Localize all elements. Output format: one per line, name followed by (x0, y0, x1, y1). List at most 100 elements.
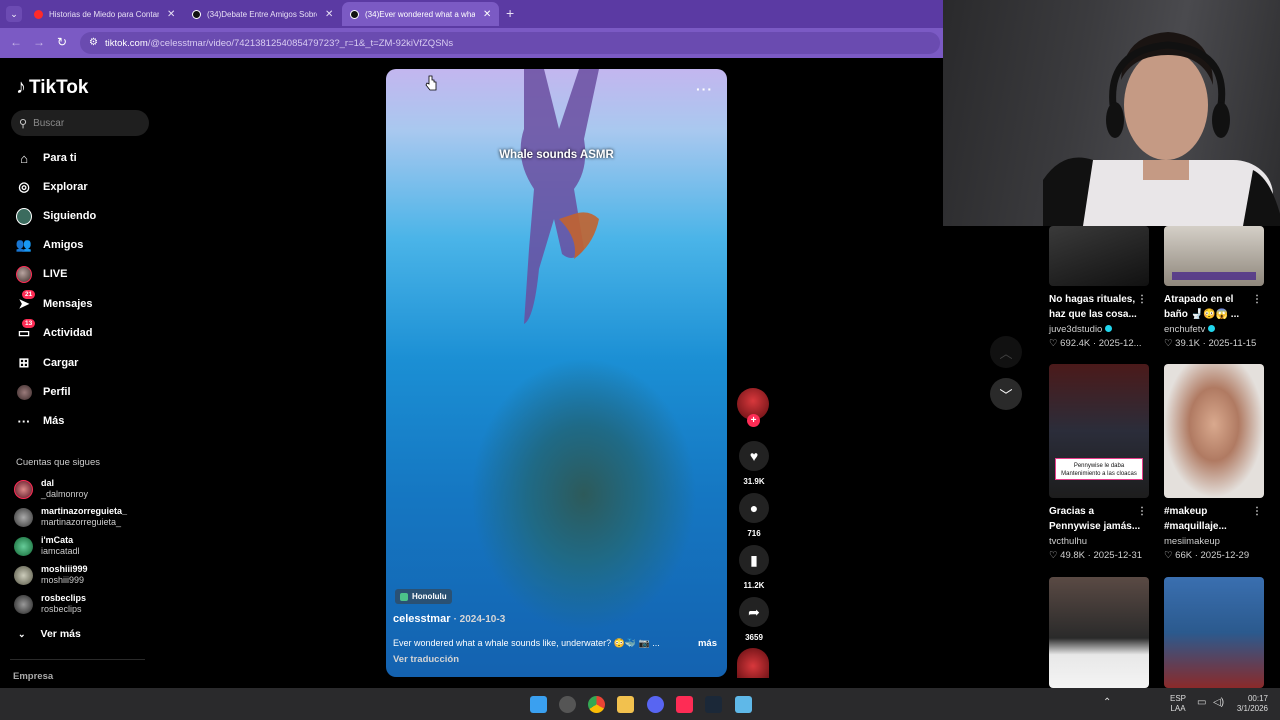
following-name: i'mCata (41, 535, 74, 545)
description-more-button[interactable]: más (698, 638, 717, 649)
taskbar: ⌃ ESP LAA ▭ ◁) 00:17 3/1/2026 (0, 688, 1280, 720)
video-thumbnail[interactable] (1164, 577, 1264, 688)
card-user[interactable]: mesiimakeup (1164, 536, 1264, 547)
card-user[interactable]: enchufetv (1164, 324, 1264, 335)
close-icon[interactable]: ✕ (167, 9, 175, 20)
video-thumbnail[interactable] (1164, 226, 1264, 286)
steam-icon[interactable] (705, 696, 722, 713)
following-item[interactable]: moshiii999 moshiii999 (14, 564, 88, 586)
location-tag[interactable]: Honolulu (395, 589, 452, 604)
translate-button[interactable]: Ver traducción (393, 654, 459, 665)
tiktok-logo[interactable]: ♪ TikTok (16, 76, 88, 99)
like-button[interactable]: ♥ 31.9K (738, 441, 770, 486)
following-item[interactable]: dal _dalmonroy (14, 478, 88, 500)
live-icon (16, 265, 32, 283)
recommended-card[interactable] (1049, 577, 1149, 688)
tiktok-icon (350, 9, 359, 19)
ver-mas-button[interactable]: ⌄ Ver más (18, 628, 81, 640)
sidebar-item-label: Mensajes (43, 298, 93, 310)
sidebar: ♪ TikTok ⚲ Buscar ⌂ Para ti ◎ Explorar S… (0, 58, 160, 688)
tray-chevron-up-icon[interactable]: ⌃ (1103, 698, 1111, 708)
reload-icon[interactable]: ↻ (57, 35, 67, 49)
card-stats: ♡ 692.4K · 2025-12... (1049, 338, 1142, 349)
card-more-icon[interactable]: ⋮ (1252, 292, 1262, 307)
comment-icon: ● (739, 493, 769, 523)
sidebar-item-siguiendo[interactable]: Siguiendo (16, 206, 96, 226)
recommended-card[interactable]: Atrapado en el ⋮ baño 🚽😳😱 ... enchufetv ♡ … (1164, 226, 1264, 349)
nav-bar: ← → ↻ ⚙ tiktok.com/@celesstmar/video/742… (0, 28, 943, 58)
sidebar-item-explorar[interactable]: ◎ Explorar (16, 177, 87, 197)
comment-button[interactable]: ● 716 (738, 493, 770, 538)
back-icon[interactable]: ← (10, 35, 22, 49)
video-caption-overlay: Whale sounds ASMR (499, 149, 614, 161)
video-player[interactable]: Whale sounds ASMR ··· Honolulu celesstma… (386, 69, 727, 677)
video-more-icon[interactable]: ··· (696, 81, 713, 97)
recommended-card[interactable]: No hagas rituales, ⋮ haz que las cosa... j… (1049, 226, 1149, 349)
volume-icon[interactable]: ◁) (1213, 698, 1224, 708)
video-thumbnail[interactable] (1164, 364, 1264, 498)
windows-start-icon[interactable] (530, 696, 547, 713)
video-thumbnail[interactable] (1049, 577, 1149, 688)
sidebar-item-live[interactable]: LIVE (16, 264, 67, 284)
card-caption: No hagas rituales, ⋮ haz que las cosa... (1049, 292, 1147, 320)
following-item[interactable]: martinazorreguieta_ martinazorreguieta_ (14, 506, 127, 528)
clock[interactable]: 00:17 3/1/2026 (1234, 694, 1268, 714)
recommended-card[interactable] (1164, 577, 1264, 688)
author-name: celesstmar (393, 613, 451, 625)
recommended-card[interactable]: #makeup ⋮ #maquillaje... mesiimakeup ♡ 66K… (1164, 364, 1264, 561)
following-handle: iamcatadl (41, 546, 80, 556)
card-user[interactable]: juve3dstudio (1049, 324, 1149, 335)
notepad-icon[interactable] (735, 696, 752, 713)
tab-debate[interactable]: (34)Debate Entre Amigos Sobre ✕ (184, 2, 341, 26)
footer-empresa-link[interactable]: Empresa (13, 671, 53, 682)
card-more-icon[interactable]: ⋮ (1252, 504, 1262, 519)
sidebar-item-label: Amigos (43, 239, 84, 251)
tiktok-app-icon[interactable] (676, 696, 693, 713)
site-info-icon[interactable]: ⚙ (89, 37, 98, 48)
follow-plus-button[interactable]: + (747, 414, 760, 427)
card-user[interactable]: tvcthulhu (1049, 536, 1149, 547)
previous-video-button[interactable]: ︿ (990, 336, 1022, 368)
close-icon[interactable]: ✕ (483, 9, 491, 20)
tab-search-icon[interactable]: ⌄ (6, 6, 22, 22)
sidebar-item-label: Siguiendo (43, 210, 97, 222)
following-item[interactable]: i'mCata iamcatadl (14, 535, 80, 557)
sidebar-item-label: LIVE (43, 268, 68, 280)
next-video-button[interactable]: ﹀ (990, 378, 1022, 410)
search-input[interactable]: ⚲ Buscar (11, 110, 149, 136)
sound-disc-avatar[interactable] (737, 648, 769, 678)
sidebar-item-para-ti[interactable]: ⌂ Para ti (16, 148, 77, 168)
recommended-card[interactable]: Pennywise le daba Mantenimiento a las cl… (1049, 364, 1149, 561)
sidebar-item-actividad[interactable]: ▭ 13 Actividad (16, 319, 93, 343)
sidebar-item-label: Actividad (43, 327, 93, 339)
sidebar-item-perfil[interactable]: Perfil (16, 382, 71, 402)
tab-whale[interactable]: (34)Ever wondered what a whale ✕ (342, 2, 500, 26)
chrome-icon[interactable] (588, 696, 605, 713)
save-button[interactable]: ▮ 11.2K (738, 545, 770, 590)
sidebar-item-mas[interactable]: ··· Más (16, 411, 65, 431)
network-icon[interactable]: ▭ (1197, 698, 1206, 708)
app-icon[interactable] (559, 696, 576, 713)
video-thumbnail[interactable]: Pennywise le daba Mantenimiento a las cl… (1049, 364, 1149, 498)
sidebar-item-cargar[interactable]: ⊞ Cargar (16, 353, 79, 373)
address-bar[interactable]: ⚙ tiktok.com/@celesstmar/video/742138125… (80, 32, 940, 54)
share-button[interactable]: ➦ 3659 (738, 597, 770, 642)
discord-icon[interactable] (647, 696, 664, 713)
video-thumbnail[interactable] (1049, 226, 1149, 286)
sidebar-item-amigos[interactable]: 👥 Amigos (16, 235, 83, 255)
forward-icon[interactable]: → (33, 35, 45, 49)
language-indicator[interactable]: ESP LAA (1170, 694, 1186, 714)
sidebar-item-mensajes[interactable]: ➤ 21 Mensajes (16, 290, 93, 314)
new-tab-button[interactable]: + (506, 5, 514, 21)
card-more-icon[interactable]: ⋮ (1137, 504, 1147, 519)
following-item[interactable]: rosbeclips rosbeclips (14, 593, 86, 615)
avatar (14, 479, 33, 499)
video-author[interactable]: celesstmar · 2024-10-3 (393, 613, 505, 625)
tab-historias[interactable]: Historias de Miedo para Contar ✕ (26, 2, 183, 26)
close-icon[interactable]: ✕ (325, 9, 333, 20)
file-explorer-icon[interactable] (617, 696, 634, 713)
following-handle: moshiii999 (41, 575, 85, 585)
following-name: martinazorreguieta_ (41, 506, 128, 516)
video-description: Ever wondered what a whale sounds like, … (393, 638, 660, 648)
card-more-icon[interactable]: ⋮ (1137, 292, 1147, 307)
